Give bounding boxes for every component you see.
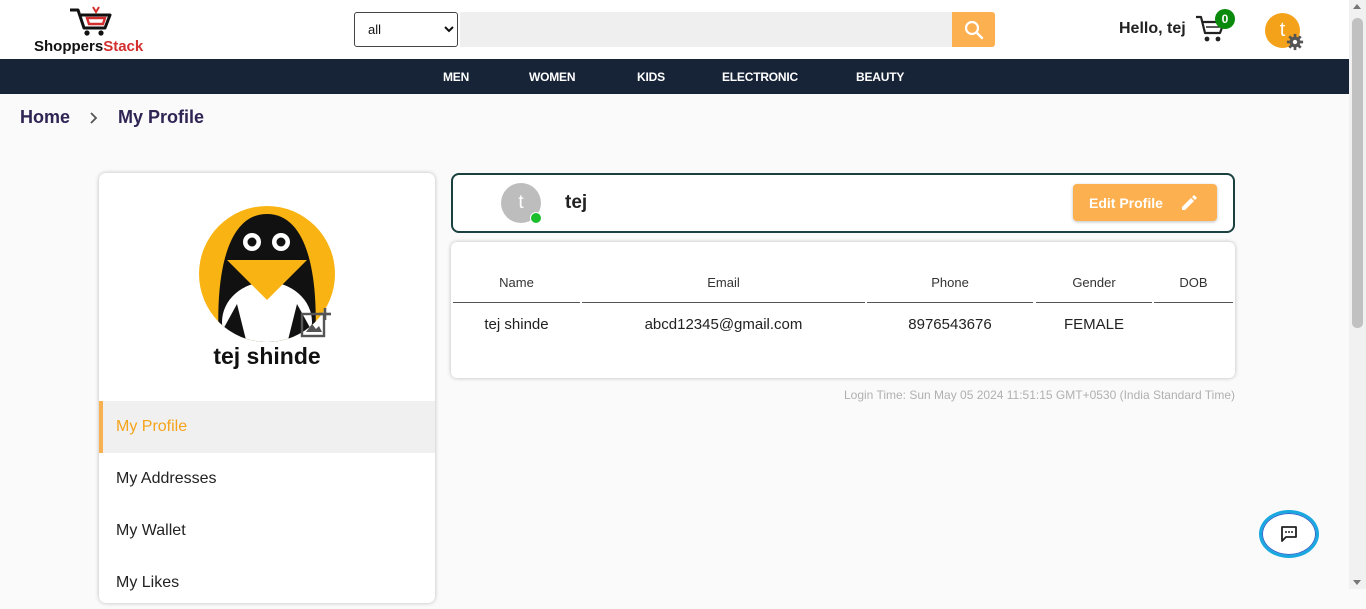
profile-full-name: tej shinde [213, 343, 321, 369]
sidebar-item-my-likes[interactable]: My Likes [99, 557, 435, 609]
top-header: ShoppersStack all Hello, tej 0 t [0, 0, 1349, 59]
scrollbar-thumb[interactable] [1352, 18, 1363, 328]
scroll-down-arrow-icon[interactable] [1353, 580, 1361, 585]
sidebar-item-my-wallet[interactable]: My Wallet [99, 505, 435, 557]
logo-cart-icon [70, 6, 112, 36]
profile-username: tej [565, 192, 588, 213]
chat-icon [1281, 526, 1297, 542]
online-status-dot [530, 212, 542, 224]
nav-kids[interactable]: KIDS [637, 70, 665, 84]
column-header-gender: Gender [1072, 275, 1116, 290]
nav-electronic[interactable]: ELECTRONIC [722, 70, 798, 84]
sidebar-item-my-profile[interactable]: My Profile [99, 401, 435, 453]
column-header-dob: DOB [1179, 275, 1208, 290]
nav-men[interactable]: MEN [443, 70, 469, 84]
column-header-email: Email [707, 275, 740, 290]
cell-email: abcd12345@gmail.com [644, 316, 803, 333]
category-select[interactable]: all [354, 12, 458, 47]
nav-women[interactable]: WOMEN [529, 70, 576, 84]
login-time-text: Login Time: Sun May 05 2024 11:51:15 GMT… [843, 388, 1235, 402]
cart-count-badge: 0 [1215, 9, 1235, 29]
breadcrumb: Home My Profile [20, 107, 204, 128]
profile-sidebar: tej shinde My Profile My Addresses My Wa… [99, 173, 435, 603]
logo-text: ShoppersStack [34, 38, 144, 55]
category-navbar: MEN WOMEN KIDS ELECTRONIC BEAUTY [0, 59, 1349, 94]
breadcrumb-current: My Profile [118, 107, 205, 127]
header-divider [582, 302, 865, 303]
column-header-name: Name [499, 275, 534, 290]
profile-name-card: t tej Edit Profile [451, 173, 1235, 233]
profile-info-table: Name Email Phone Gender DOB tej shinde a… [451, 242, 1235, 378]
sidebar-item-my-addresses[interactable]: My Addresses [99, 453, 435, 505]
header-divider [1036, 302, 1152, 303]
breadcrumb-home[interactable]: Home [20, 107, 70, 128]
cell-name: tej shinde [484, 316, 549, 333]
add-photo-icon[interactable] [299, 306, 333, 340]
nav-beauty[interactable]: BEAUTY [856, 70, 904, 84]
cell-phone: 8976543676 [908, 316, 992, 333]
header-divider [1154, 302, 1233, 303]
shoppersstack-logo[interactable]: ShoppersStack [30, 4, 160, 56]
gear-icon[interactable] [1286, 33, 1304, 51]
chevron-right-icon [90, 111, 98, 124]
edit-profile-button[interactable]: Edit Profile [1073, 184, 1217, 221]
greeting-text: Hello, tej [1119, 20, 1186, 37]
header-divider [453, 302, 580, 303]
header-divider [867, 302, 1033, 303]
pencil-icon [1182, 195, 1197, 210]
edit-profile-label: Edit Profile [1089, 194, 1163, 211]
search-icon [964, 20, 983, 39]
scroll-up-arrow-icon[interactable] [1353, 4, 1361, 9]
search-button[interactable] [952, 12, 995, 47]
chat-button[interactable] [1259, 510, 1319, 558]
column-header-phone: Phone [931, 275, 969, 290]
cell-gender: FEMALE [1063, 316, 1124, 333]
search-input[interactable] [460, 12, 952, 47]
